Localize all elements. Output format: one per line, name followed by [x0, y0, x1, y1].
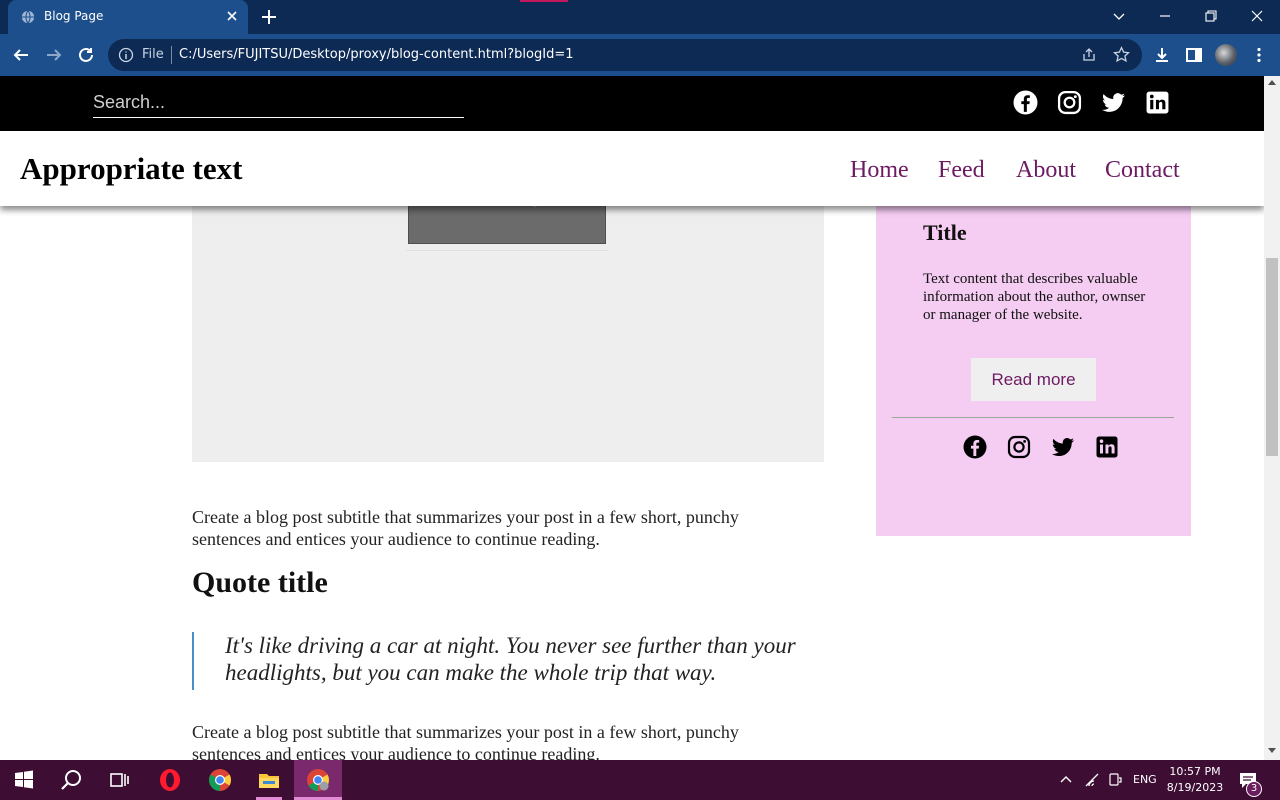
main-navbar: Appropriate text Home Feed About Contact	[0, 131, 1264, 206]
tab-title: Blog Page	[44, 9, 104, 23]
linkedin-icon[interactable]	[1145, 90, 1170, 115]
back-arrow-icon[interactable]	[12, 46, 30, 64]
instagram-icon[interactable]	[1057, 90, 1082, 115]
new-tab-plus-icon[interactable]	[260, 8, 278, 26]
url-text[interactable]: C:/Users/FUJITSU/Desktop/proxy/blog-cont…	[179, 47, 574, 62]
blog-hero-image	[192, 176, 824, 462]
share-icon[interactable]	[1081, 47, 1097, 63]
forward-arrow-icon[interactable]	[45, 46, 63, 64]
blog-subtitle-2: Create a blog post subtitle that summari…	[192, 722, 739, 760]
sidebar-title: Title	[923, 220, 967, 245]
bookmark-star-icon[interactable]	[1113, 46, 1130, 63]
chrome-icon[interactable]	[208, 768, 232, 792]
facebook-icon[interactable]	[1013, 90, 1038, 115]
scrollbar-thumb[interactable]	[1266, 258, 1278, 456]
image-caption-line	[406, 250, 608, 251]
nav-link-about[interactable]: About	[1016, 157, 1076, 184]
instagram-icon[interactable]	[1007, 435, 1031, 459]
file-explorer-icon[interactable]	[257, 768, 281, 792]
windows-taskbar: ENG 10:57 PM 8/19/2023	[0, 760, 1280, 800]
nav-link-feed[interactable]: Feed	[938, 157, 985, 184]
read-more-button[interactable]: Read more	[971, 358, 1096, 401]
window-close-icon[interactable]	[1249, 8, 1265, 24]
chevron-up-icon[interactable]	[1058, 772, 1074, 788]
top-search-bar	[0, 76, 1264, 131]
nav-link-contact[interactable]: Contact	[1105, 157, 1180, 184]
info-icon[interactable]	[118, 47, 134, 63]
browser-tab[interactable]: Blog Page	[8, 0, 248, 34]
nav-link-home[interactable]: Home	[850, 157, 909, 184]
profile-avatar[interactable]	[1215, 44, 1237, 66]
file-scheme-label: File	[142, 47, 164, 62]
page-viewport: Create a blog post subtitle that summari…	[0, 76, 1264, 760]
close-icon[interactable]	[224, 8, 240, 24]
sidebar-divider	[892, 417, 1174, 418]
globe-icon	[21, 10, 35, 24]
clock-time: 10:57 PM	[1169, 765, 1221, 778]
blog-subtitle: Create a blog post subtitle that summari…	[192, 507, 739, 549]
display-icon[interactable]	[1107, 772, 1123, 788]
wifi-icon[interactable]	[1084, 772, 1100, 788]
search-input[interactable]	[93, 88, 464, 118]
sidebar-description: Text content that describes valuable inf…	[923, 271, 1146, 323]
side-panel-icon[interactable]	[1185, 46, 1203, 64]
system-clock[interactable]: 10:57 PM 8/19/2023	[1160, 764, 1230, 796]
address-toolbar: File C:/Users/FUJITSU/Desktop/proxy/blog…	[0, 34, 1280, 76]
linkedin-icon[interactable]	[1095, 435, 1119, 459]
scroll-up-arrow-icon[interactable]	[1268, 80, 1276, 85]
scroll-down-arrow-icon[interactable]	[1268, 748, 1276, 753]
language-indicator[interactable]: ENG	[1133, 773, 1157, 800]
blog-quote: It's like driving a car at night. You ne…	[192, 632, 832, 690]
restore-icon[interactable]	[1203, 8, 1219, 24]
facebook-icon[interactable]	[963, 435, 987, 459]
windows-start-icon[interactable]	[12, 768, 36, 792]
omnibox[interactable]: File C:/Users/FUJITSU/Desktop/proxy/blog…	[108, 39, 1142, 71]
download-icon[interactable]	[1153, 46, 1171, 64]
omnibox-divider	[171, 46, 172, 64]
opera-browser-icon[interactable]	[158, 768, 182, 792]
tab-group-indicator	[520, 0, 568, 2]
chrome-active-app[interactable]	[294, 760, 342, 800]
chrome-profile-icon	[307, 769, 329, 791]
page-scrollbar[interactable]	[1264, 76, 1280, 760]
task-view-icon[interactable]	[108, 768, 132, 792]
tab-search-chevron-icon[interactable]	[1111, 8, 1127, 24]
clock-date: 8/19/2023	[1166, 781, 1224, 794]
minimize-icon[interactable]	[1157, 8, 1173, 24]
browser-tab-strip: Blog Page	[0, 0, 1280, 34]
reload-icon[interactable]	[77, 46, 95, 64]
twitter-icon[interactable]	[1051, 435, 1075, 459]
quote-title: Quote title	[192, 566, 328, 599]
menu-kebab-icon[interactable]	[1250, 46, 1268, 64]
author-sidebar: Title Text content that describes valuab…	[876, 176, 1191, 536]
twitter-icon[interactable]	[1101, 90, 1126, 115]
notification-count-badge: 3	[1246, 781, 1262, 797]
search-icon[interactable]	[60, 768, 84, 792]
site-brand[interactable]: Appropriate text	[20, 151, 242, 187]
